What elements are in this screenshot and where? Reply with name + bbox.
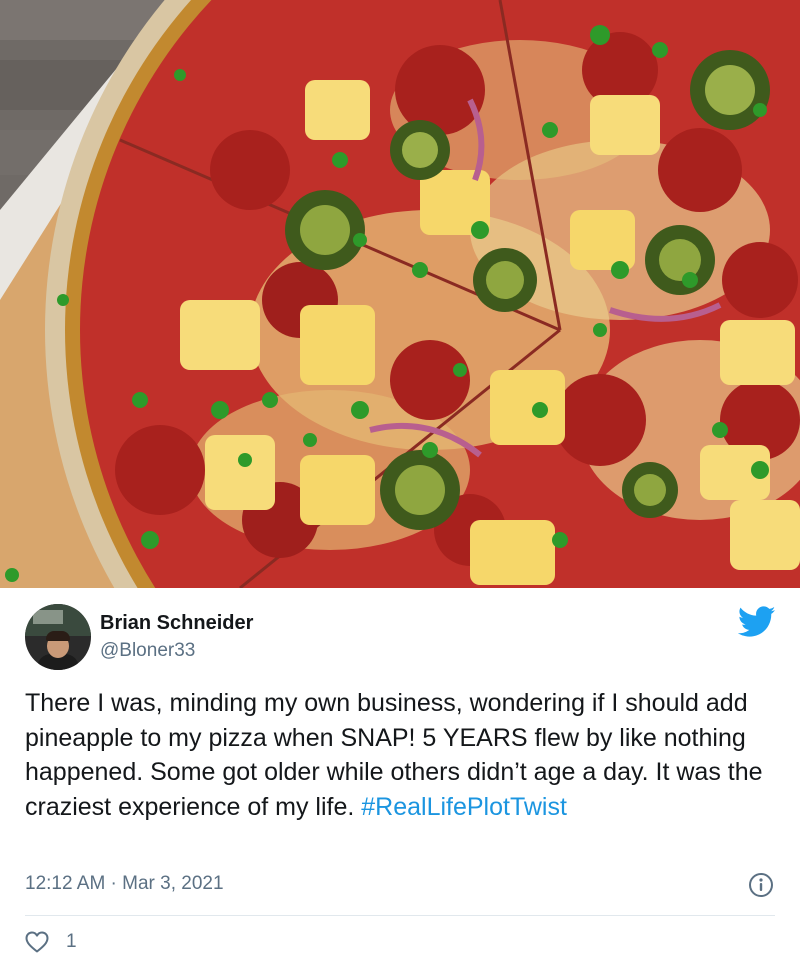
hashtag-link[interactable]: #RealLifePlotTwist: [361, 793, 567, 821]
divider: [25, 915, 775, 916]
heart-icon[interactable]: [25, 931, 49, 953]
tweet-screenshot: Brian Schneider @Bloner33 There I was, m…: [0, 0, 800, 971]
like-count: 1: [66, 931, 77, 952]
user-handle[interactable]: @Bloner33: [100, 640, 195, 662]
display-name[interactable]: Brian Schneider: [100, 612, 253, 635]
tweet-timestamp[interactable]: 12:12 AM · Mar 3, 2021: [25, 873, 224, 895]
tweet-text: There I was, minding my own business, wo…: [25, 686, 785, 824]
info-icon[interactable]: [748, 872, 774, 898]
avatar[interactable]: [25, 604, 91, 670]
twitter-bird-icon[interactable]: [738, 606, 776, 638]
pizza-photo: [0, 0, 800, 588]
